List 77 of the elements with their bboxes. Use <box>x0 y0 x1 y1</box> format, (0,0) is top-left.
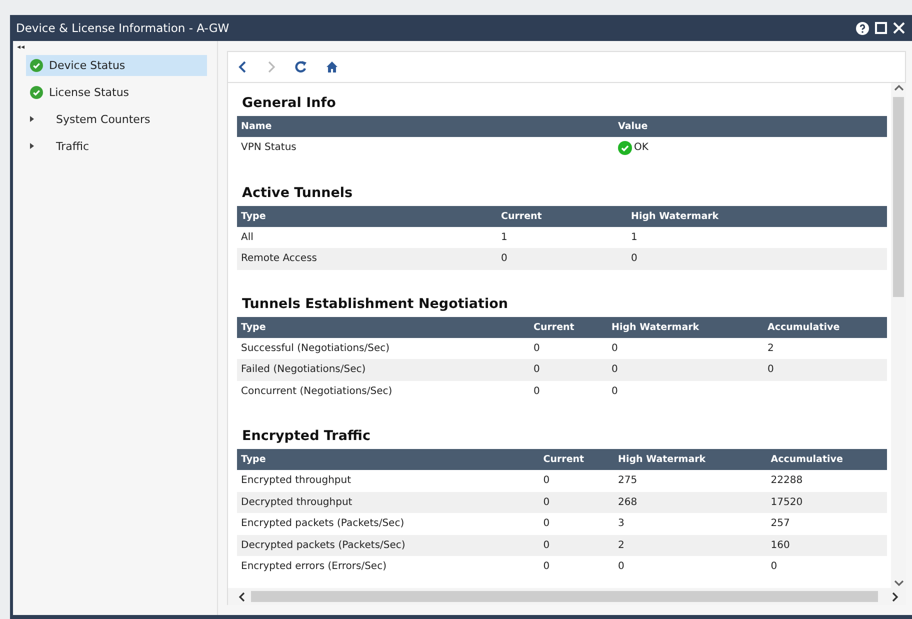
column-header: Type <box>240 454 267 465</box>
column-header: Current <box>532 322 576 332</box>
table-cell-text: 257 <box>770 518 791 530</box>
sidebar-item[interactable]: Traffic <box>26 136 207 157</box>
column-header: Current <box>500 210 543 222</box>
maximize-button[interactable] <box>872 22 890 34</box>
column-header: Type <box>240 210 267 222</box>
check-circle-icon <box>30 59 43 72</box>
table-cell-text: 0 <box>610 386 619 397</box>
table-cell-text: VPN Status <box>240 142 298 154</box>
section-title: Active Tunnels <box>241 184 354 202</box>
expand-caret-icon[interactable] <box>30 116 34 122</box>
scroll-right-icon[interactable] <box>890 592 900 602</box>
scrollbar-thumb[interactable] <box>893 97 904 297</box>
sidebar-item[interactable]: Device Status <box>26 55 207 76</box>
section-title: Encrypted Traffic <box>241 427 372 446</box>
table-cell-text: 17520 <box>770 496 804 508</box>
table-cell-text: 0 <box>542 561 551 572</box>
check-circle-icon <box>618 140 632 155</box>
column-header: Value <box>617 121 649 132</box>
section-title: General Info <box>241 94 337 113</box>
table-cell-text: 0 <box>542 518 551 530</box>
column-header: Current <box>542 454 586 465</box>
section-title: Tunnels Establishment Negotiation <box>241 294 509 314</box>
table-cell-text: 3 <box>617 518 626 530</box>
table-cell-text: Remote Access <box>240 253 318 264</box>
table-cell-text: 275 <box>617 475 638 486</box>
back-button[interactable] <box>238 61 248 73</box>
table-cell-text: Decrypted packets (Packets/Sec) <box>240 540 406 551</box>
scroll-down-icon[interactable] <box>894 578 904 588</box>
table-cell-text: All <box>240 232 254 243</box>
scroll-up-icon[interactable] <box>894 83 904 93</box>
sidebar-item[interactable]: License Status <box>26 82 207 103</box>
table-cell-text: Encrypted throughput <box>240 475 352 486</box>
scrollbar-thumb[interactable] <box>251 591 878 602</box>
table-cell-text: 1 <box>500 232 508 243</box>
help-button[interactable] <box>853 22 872 34</box>
column-header: High Watermark <box>617 454 707 465</box>
home-button[interactable] <box>326 61 338 73</box>
column-header: High Watermark <box>630 210 720 222</box>
table-cell-text: 0 <box>500 253 508 264</box>
column-header: Accumulative <box>766 322 841 332</box>
table-cell-text: 0 <box>542 496 551 508</box>
table-cell-text: 0 <box>766 364 775 376</box>
table-cell-text: 0 <box>532 342 541 354</box>
table-cell-text: 0 <box>770 561 778 572</box>
expand-caret-icon[interactable] <box>30 142 34 148</box>
table-cell-text: 0 <box>617 561 626 572</box>
table-cell-text: 160 <box>770 540 791 551</box>
table-cell-text: 0 <box>542 540 551 551</box>
column-header: Name <box>240 121 273 132</box>
column-header: Accumulative <box>770 454 844 465</box>
table-cell-text: 0 <box>630 253 638 264</box>
window-title: Device & License Information - A-GW <box>16 21 230 35</box>
scroll-left-icon[interactable] <box>237 592 247 602</box>
table-cell-text: Encrypted packets (Packets/Sec) <box>240 518 406 530</box>
table-cell-text: 268 <box>617 496 638 508</box>
table-cell-text: 0 <box>610 364 619 376</box>
table-cell-text: 0 <box>532 364 541 376</box>
table-cell-text: 2 <box>617 540 626 551</box>
sidebar-item[interactable]: System Counters <box>26 109 207 130</box>
column-header: High Watermark <box>610 322 700 332</box>
table-cell-text: 0 <box>610 342 619 354</box>
table-cell-text: 2 <box>766 342 775 354</box>
table-cell: OK <box>614 140 887 155</box>
table-cell-text: 1 <box>630 232 638 243</box>
table-cell-text: Decrypted throughput <box>240 496 354 508</box>
column-header: Type <box>240 322 267 332</box>
table-cell-text: Failed (Negotiations/Sec) <box>240 364 367 376</box>
table-cell-text: Concurrent (Negotiations/Sec) <box>240 386 394 397</box>
table-cell-text: 0 <box>532 386 541 397</box>
table-cell-text: 0 <box>542 475 551 486</box>
table-cell-text: Successful (Negotiations/Sec) <box>240 342 391 354</box>
check-circle-icon <box>30 86 43 99</box>
refresh-button[interactable] <box>294 60 308 74</box>
table-cell-text: Encrypted errors (Errors/Sec) <box>240 561 388 572</box>
table-cell-text: 22288 <box>770 475 804 486</box>
